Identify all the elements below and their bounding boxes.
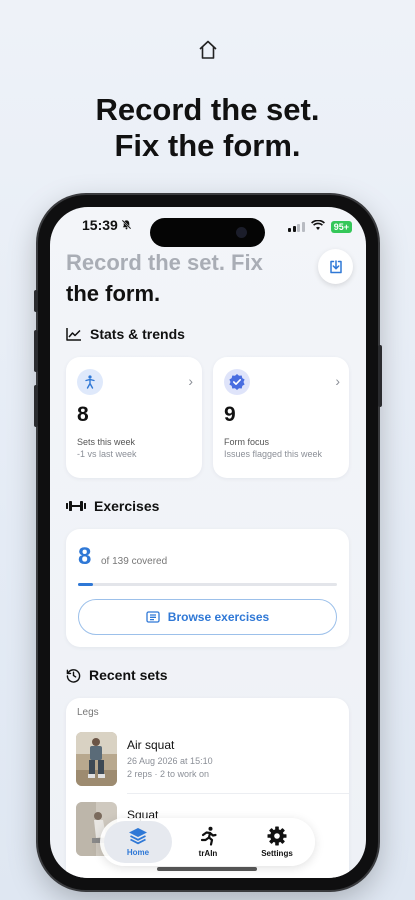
set-name: Air squat — [127, 738, 175, 752]
divider — [127, 793, 349, 794]
tab-label: trAIn — [198, 849, 218, 858]
recent-set-item[interactable]: Air squat 26 Aug 2026 at 15:10 2 reps · … — [76, 732, 356, 788]
layers-stack-icon — [129, 828, 147, 845]
exercises-progress-fill — [78, 583, 94, 586]
trend-chart-icon — [66, 328, 81, 341]
app-screen: 15:39 95+ Record the set. Fix the form. … — [50, 207, 366, 878]
stat-value: 9 — [224, 403, 236, 426]
download-button[interactable] — [318, 249, 353, 284]
home-indicator — [157, 867, 257, 871]
stat-subtitle: Issues flagged this week — [224, 449, 323, 459]
headline-line-2: Fix the form. — [114, 128, 301, 163]
headline: Record the set. Fix the form. — [0, 92, 415, 164]
set-thumbnail — [76, 732, 117, 786]
phone-action-button — [34, 290, 38, 312]
gear-icon — [267, 826, 287, 846]
cellular-signal-icon — [288, 222, 305, 232]
tab-home[interactable]: Home — [104, 821, 172, 863]
bell-slash-icon — [121, 219, 132, 233]
phone-volume-down — [34, 385, 38, 427]
history-clock-icon — [66, 668, 81, 683]
page-title-faded: Record the set. Fix — [66, 250, 263, 275]
page-title-solid: the form. — [66, 281, 161, 306]
tab-label: Home — [126, 848, 150, 857]
exercises-covered-count: 8 — [78, 543, 92, 570]
status-indicators: 95+ — [288, 218, 352, 236]
phone-volume-up — [34, 330, 38, 372]
recent-section-header: Recent sets — [66, 667, 168, 683]
stat-subtitle: -1 vs last week — [77, 449, 137, 459]
phone-power-button — [378, 345, 382, 407]
chevron-right-icon: › — [335, 373, 340, 389]
tab-train[interactable]: trAIn — [174, 821, 242, 863]
stat-title: Form focus — [224, 437, 270, 447]
exercises-progress-bar — [78, 583, 337, 586]
page-title: Record the set. Fix the form. — [66, 247, 296, 309]
exercises-covered-text: of 139 covered — [101, 556, 168, 567]
tab-label: Settings — [261, 849, 293, 858]
set-meta: 2 reps · 2 to work on — [127, 769, 210, 779]
running-figure-icon — [200, 826, 217, 846]
stat-value: 8 — [77, 403, 89, 426]
headline-line-1: Record the set. — [95, 92, 320, 127]
list-book-icon — [146, 611, 160, 623]
phone-frame: 15:39 95+ Record the set. Fix the form. … — [34, 195, 382, 890]
stats-heading: Stats & trends — [90, 326, 185, 342]
tab-settings[interactable]: Settings — [243, 821, 311, 863]
battery-indicator: 95+ — [330, 221, 352, 233]
status-time: 15:39 — [82, 217, 118, 233]
chevron-right-icon: › — [188, 373, 193, 389]
recent-heading: Recent sets — [89, 667, 168, 683]
stats-section-header: Stats & trends — [66, 326, 185, 342]
stat-card-form-focus[interactable]: › 9 Form focus Issues flagged this week — [213, 357, 349, 478]
browse-exercises-button[interactable]: Browse exercises — [78, 599, 337, 635]
exercises-card: 8 of 139 covered Browse exercises — [66, 529, 349, 647]
recent-group-label: Legs — [77, 707, 99, 718]
stat-title: Sets this week — [77, 437, 136, 447]
home-outline-icon — [196, 38, 220, 62]
stat-card-sets[interactable]: › 8 Sets this week -1 vs last week — [66, 357, 202, 478]
dynamic-island — [150, 218, 265, 247]
verified-badge-icon — [224, 369, 250, 395]
browse-exercises-label: Browse exercises — [167, 610, 270, 624]
dumbbell-icon — [66, 501, 86, 511]
tab-bar: Home trAIn Settings — [100, 818, 315, 866]
set-date: 26 Aug 2026 at 15:10 — [127, 756, 213, 766]
wifi-icon — [310, 218, 325, 236]
person-figure-icon — [77, 369, 103, 395]
exercises-section-header: Exercises — [66, 498, 159, 514]
download-tray-icon — [329, 259, 342, 273]
camera-dot — [236, 227, 247, 238]
exercises-heading: Exercises — [94, 498, 160, 514]
